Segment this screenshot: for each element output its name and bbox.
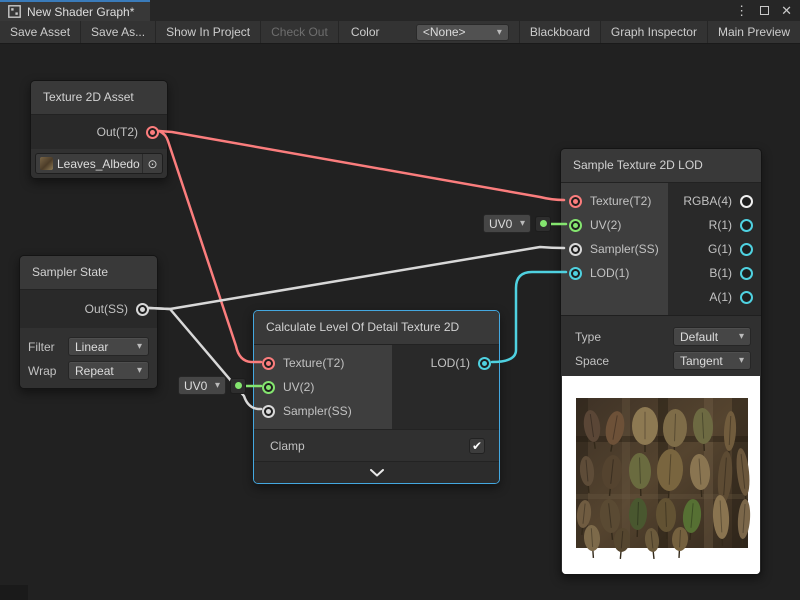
uv-channel-widget: UV0 ▾ [178,376,246,395]
clamp-checkbox[interactable]: ✔ [469,438,485,454]
filter-dropdown[interactable]: Linear ▾ [68,337,149,356]
port-out-rgba[interactable] [740,195,753,208]
port-row: Out(SS) [20,290,157,328]
port-in-texture[interactable] [262,357,275,370]
blackboard-button[interactable]: Blackboard [519,21,600,43]
node-calculate-lod[interactable]: Calculate Level Of Detail Texture 2D Tex… [253,310,500,484]
port-row: Sampler(SS) [254,399,392,423]
main-preview-button[interactable]: Main Preview [707,21,800,43]
node-title: Sampler State [20,256,157,290]
port-out-g[interactable] [740,243,753,256]
chevron-down-icon: ▾ [215,380,220,391]
port-out-a[interactable] [740,291,753,304]
chevron-down-icon: ▾ [739,355,744,366]
check-out-button: Check Out [261,21,339,43]
node-preview-image [562,376,760,574]
port-row: UV(2) [561,213,668,237]
port-row: Sampler(SS) [561,237,668,261]
shader-graph-window: New Shader Graph* ⋮ ✕ Save Asset Save As… [0,0,800,600]
type-label: Type [575,330,627,344]
port-in-sampler[interactable] [262,405,275,418]
filter-label: Filter [28,340,68,354]
color-mode-label: Color Mode [339,21,416,43]
port-row: Texture(T2) [561,189,668,213]
port-in-uv[interactable] [262,381,275,394]
color-mode-dropdown[interactable]: <None> ▾ [416,24,509,41]
port-in-texture[interactable] [569,195,582,208]
chevron-down-icon [370,469,384,477]
port-out-r[interactable] [740,219,753,232]
port-row: A(1) [668,285,761,309]
tab-new-shader-graph[interactable]: New Shader Graph* [0,0,150,21]
close-icon[interactable]: ✕ [781,3,792,19]
uv0-dropdown[interactable]: UV0 ▾ [483,214,531,233]
graph-inspector-button[interactable]: Graph Inspector [600,21,707,43]
menu-dots-icon[interactable]: ⋮ [735,3,748,19]
port-out-ss[interactable] [136,303,149,316]
port-in-lod[interactable] [569,267,582,280]
shader-graph-icon [8,5,21,18]
port-row: UV(2) [254,375,392,399]
port-row: R(1) [668,213,761,237]
node-title: Calculate Level Of Detail Texture 2D [254,311,499,345]
uv-port-box [535,216,551,232]
node-title: Texture 2D Asset [31,81,167,115]
port-out-t2[interactable] [146,126,159,139]
save-asset-button[interactable]: Save Asset [0,21,81,43]
node-texture-2d-asset[interactable]: Texture 2D Asset Out(T2) Leaves_Albedo ⊙ [30,80,168,179]
save-as-button[interactable]: Save As... [81,21,156,43]
chevron-down-icon: ▾ [497,27,502,38]
uv0-dropdown[interactable]: UV0 ▾ [178,376,226,395]
port-row: LOD(1) [561,261,668,285]
uv-port-dot [540,220,547,227]
node-sampler-state[interactable]: Sampler State Out(SS) Filter Linear ▾ Wr… [19,255,158,389]
port-row: RGBA(4) [668,189,761,213]
chevron-down-icon: ▾ [520,218,525,229]
tab-title: New Shader Graph* [27,5,134,19]
uv-port-dot [235,382,242,389]
maximize-icon[interactable] [760,6,769,15]
uv-channel-widget: UV0 ▾ [483,214,551,233]
collapse-button[interactable] [254,461,499,483]
clamp-label: Clamp [270,439,305,453]
show-in-project-button[interactable]: Show In Project [156,21,261,43]
wrap-label: Wrap [28,364,68,378]
node-sample-texture-2d-lod[interactable]: Sample Texture 2D LOD Texture(T2) UV(2) … [560,148,762,575]
port-out-b[interactable] [740,267,753,280]
texture-object-field[interactable]: Leaves_Albedo ⊙ [35,153,163,174]
node-title: Sample Texture 2D LOD [561,149,761,183]
wrap-dropdown[interactable]: Repeat ▾ [68,361,149,380]
texture-thumbnail [40,157,53,170]
port-out-lod[interactable] [478,357,491,370]
title-bar: New Shader Graph* ⋮ ✕ [0,0,800,21]
port-in-uv[interactable] [569,219,582,232]
port-in-sampler[interactable] [569,243,582,256]
space-label: Space [575,354,627,368]
chevron-down-icon: ▾ [739,331,744,342]
port-row: LOD(1) [392,351,499,375]
type-dropdown[interactable]: Default ▾ [673,327,751,346]
port-row: G(1) [668,237,761,261]
toolbar: Save Asset Save As... Show In Project Ch… [0,21,800,44]
object-picker-icon[interactable]: ⊙ [142,154,162,173]
corner-tab [0,585,28,600]
space-dropdown[interactable]: Tangent ▾ [673,351,751,370]
chevron-down-icon: ▾ [137,341,142,352]
chevron-down-icon: ▾ [137,365,142,376]
port-row: Out(T2) [31,115,167,149]
uv-port-box [230,378,246,394]
port-row: B(1) [668,261,761,285]
port-row: Texture(T2) [254,351,392,375]
